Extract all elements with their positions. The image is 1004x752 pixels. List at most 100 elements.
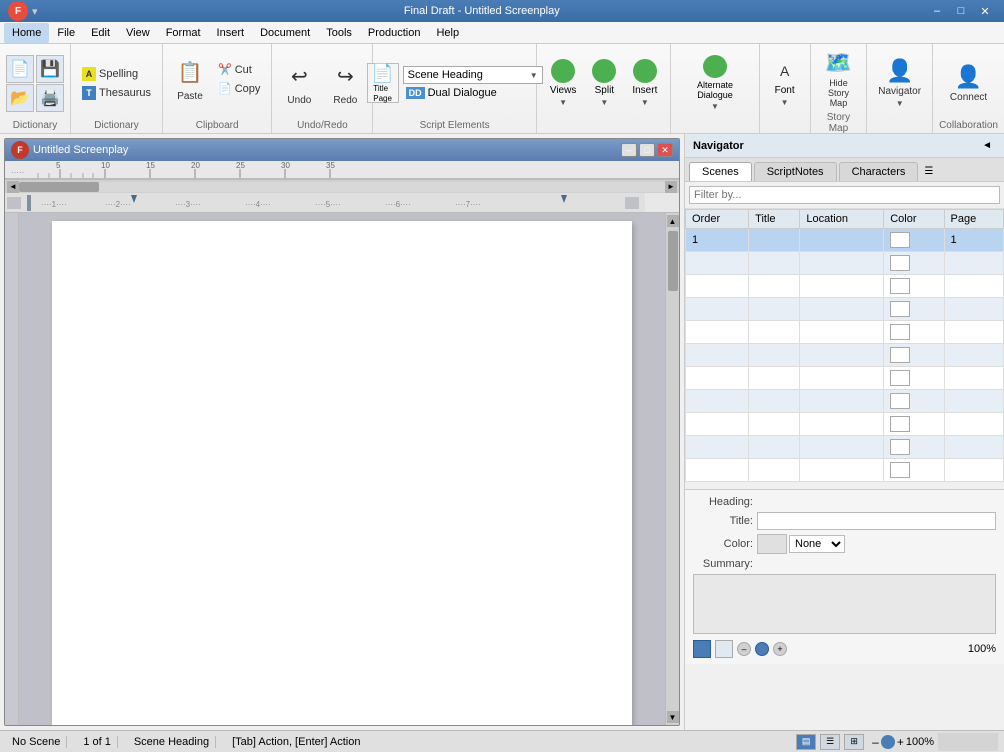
view-card-btn[interactable]: ⊞	[844, 734, 864, 750]
menu-production[interactable]: Production	[360, 23, 429, 43]
scroll-track-h[interactable]	[19, 182, 665, 192]
cut-btn[interactable]: ✂️ Cut	[213, 61, 265, 79]
menu-help[interactable]: Help	[428, 23, 467, 43]
print-btn[interactable]: 🖨️	[36, 84, 64, 112]
color-dropdown[interactable]: None Red Blue Green Yellow	[757, 534, 845, 554]
split-btn[interactable]: Split ▼	[585, 52, 623, 114]
spelling-btn[interactable]: A Spelling	[77, 65, 143, 83]
document-page[interactable]	[52, 221, 632, 725]
zoom-out-btn[interactable]: –	[737, 642, 751, 656]
undo-btn[interactable]: ↩ Undo	[278, 52, 320, 114]
table-row[interactable]	[686, 436, 1004, 459]
tab-scriptnotes[interactable]: ScriptNotes	[754, 162, 837, 181]
table-row[interactable]	[686, 321, 1004, 344]
table-row[interactable]	[686, 298, 1004, 321]
zoom-plus-btn[interactable]: +	[897, 735, 904, 749]
page-area[interactable]	[19, 213, 665, 725]
scroll-down-btn[interactable]: ▼	[667, 711, 679, 723]
col-order[interactable]: Order	[686, 210, 749, 229]
view-outline-btn[interactable]: ☰	[820, 734, 840, 750]
save-btn[interactable]: 💾	[36, 55, 64, 83]
scene-heading-dropdown[interactable]: Scene Heading ▼	[403, 66, 543, 84]
title-input[interactable]	[757, 512, 996, 530]
paste-label: Paste	[177, 91, 203, 102]
maximize-button[interactable]: □	[950, 3, 972, 19]
vertical-scrollbar[interactable]: ▲ ▼	[665, 213, 679, 725]
zoom-slider-thumb[interactable]	[881, 735, 895, 749]
table-row[interactable]	[686, 459, 1004, 482]
col-title[interactable]: Title	[749, 210, 800, 229]
ribbon-clipboard-label: Clipboard	[196, 120, 239, 131]
table-row[interactable]	[686, 413, 1004, 436]
inner-close-btn[interactable]: ✕	[657, 143, 673, 157]
col-location[interactable]: Location	[800, 210, 884, 229]
connect-btn[interactable]: 👤 Connect	[945, 52, 992, 114]
view-normal-btn[interactable]: ▤	[796, 734, 816, 750]
new-file-btn[interactable]: 📄	[6, 55, 34, 83]
col-color[interactable]: Color	[884, 210, 944, 229]
zoom-minus-btn[interactable]: –	[872, 735, 879, 749]
table-row[interactable]	[686, 275, 1004, 298]
alt-dialogue-btn[interactable]: Alternate Dialogue ▼	[677, 52, 752, 114]
title-page-btn[interactable]: 📄 TitlePage	[367, 63, 399, 103]
paste-btn[interactable]: 📋 Paste	[169, 48, 211, 110]
table-row[interactable]	[686, 252, 1004, 275]
color-swatch[interactable]	[757, 534, 787, 554]
copy-label: Copy	[235, 83, 261, 95]
scroll-left-btn[interactable]: ◄	[7, 181, 19, 193]
inner-maximize-btn[interactable]: □	[639, 143, 655, 157]
inner-minimize-btn[interactable]: –	[621, 143, 637, 157]
scroll-up-btn[interactable]: ▲	[667, 215, 679, 227]
view-grid-btn[interactable]	[693, 640, 711, 658]
ribbon-group-font: A Font ▼	[760, 44, 811, 133]
svg-text:·····: ·····	[11, 168, 24, 177]
col-page[interactable]: Page	[944, 210, 1003, 229]
open-btn[interactable]: 📂	[6, 84, 34, 112]
color-select[interactable]: None Red Blue Green Yellow	[789, 535, 845, 553]
tab-characters[interactable]: Characters	[839, 162, 919, 181]
menu-document[interactable]: Document	[252, 23, 318, 43]
navigator-panel: Navigator ◄ Scenes ScriptNotes Character…	[684, 134, 1004, 730]
table-row[interactable]	[686, 367, 1004, 390]
spell-icon: A	[82, 67, 96, 81]
table-row[interactable]: 1 1	[686, 229, 1004, 252]
close-button[interactable]: ✕	[974, 3, 996, 19]
dual-dialogue-btn[interactable]: DD Dual Dialogue	[403, 86, 543, 100]
thesaurus-btn[interactable]: T Thesaurus	[77, 84, 156, 102]
table-row[interactable]	[686, 344, 1004, 367]
menu-format[interactable]: Format	[158, 23, 209, 43]
scroll-thumb-v[interactable]	[668, 231, 678, 291]
view-list-btn[interactable]	[715, 640, 733, 658]
redo-btn[interactable]: ↪ Redo	[324, 52, 366, 114]
horizontal-scrollbar[interactable]: ◄ ►	[5, 179, 679, 193]
summary-input[interactable]	[693, 574, 996, 634]
menu-tools[interactable]: Tools	[318, 23, 360, 43]
tab-scenes[interactable]: Scenes	[689, 162, 752, 181]
views-btn[interactable]: Views ▼	[543, 52, 584, 114]
cut-label: Cut	[235, 64, 252, 76]
svg-text:30: 30	[281, 161, 290, 170]
menu-file[interactable]: File	[49, 23, 83, 43]
scroll-thumb-h[interactable]	[19, 182, 99, 192]
navigator-properties: Heading: Title: Color: None Red Blue Gre…	[685, 489, 1004, 664]
scroll-right-btn[interactable]: ►	[665, 181, 677, 193]
minimize-button[interactable]: –	[926, 3, 948, 19]
nav-options-icon[interactable]: ☰	[920, 162, 937, 181]
document-area: F Untitled Screenplay – □ ✕ ····· 5 10	[0, 134, 1004, 730]
font-btn[interactable]: A Font ▼	[766, 52, 804, 114]
menu-edit[interactable]: Edit	[83, 23, 118, 43]
hide-story-map-btn[interactable]: 🗺️ HideStory Map	[817, 48, 861, 110]
menu-view[interactable]: View	[118, 23, 158, 43]
svg-text:35: 35	[326, 161, 335, 170]
table-row[interactable]	[686, 390, 1004, 413]
nav-filter-input[interactable]	[689, 186, 1000, 204]
navigator-btn[interactable]: 👤 Navigator ▼	[873, 52, 926, 114]
watermark-area	[938, 733, 998, 751]
copy-btn[interactable]: 📄 Copy	[213, 80, 265, 98]
menu-home[interactable]: Home	[4, 23, 49, 43]
menu-insert[interactable]: Insert	[209, 23, 253, 43]
navigator-collapse-btn[interactable]: ◄	[978, 138, 996, 153]
ribbon-group-navigator: 👤 Navigator ▼	[867, 44, 933, 133]
zoom-in-btn[interactable]: +	[773, 642, 787, 656]
insert-btn[interactable]: Insert ▼	[625, 52, 664, 114]
